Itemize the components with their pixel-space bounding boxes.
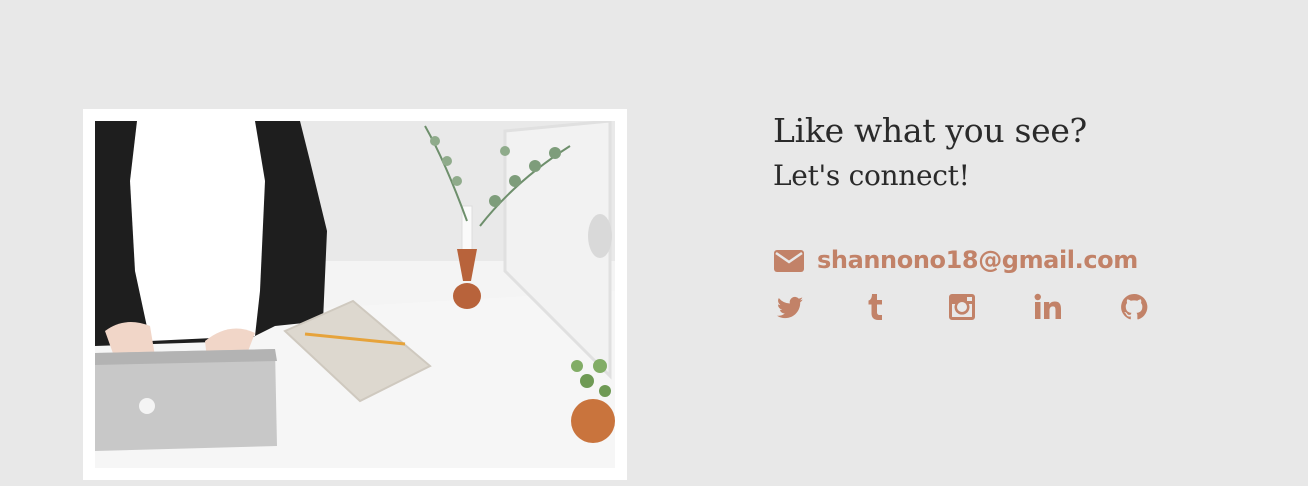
connect-subheading: Let's connect! [773,159,970,192]
instagram-icon [949,294,975,320]
profile-photo-frame [83,109,627,480]
social-links [775,292,1205,322]
envelope-icon [773,247,805,273]
connect-section: Like what you see? Let's connect! [773,108,1087,196]
linkedin-link[interactable] [1033,292,1063,322]
twitter-link[interactable] [775,292,805,322]
github-icon [1121,293,1148,320]
instagram-link[interactable] [947,292,977,322]
workspace-photo [95,121,615,468]
email-link[interactable]: shannono18@gmail.com [817,246,1138,274]
tumblr-icon [868,294,882,320]
email-link-row[interactable]: shannono18@gmail.com [773,246,1138,274]
connect-heading: Like what you see? [773,111,1087,150]
twitter-icon [777,296,803,319]
linkedin-icon [1034,293,1061,319]
github-link[interactable] [1119,292,1149,322]
tumblr-link[interactable] [861,292,891,322]
